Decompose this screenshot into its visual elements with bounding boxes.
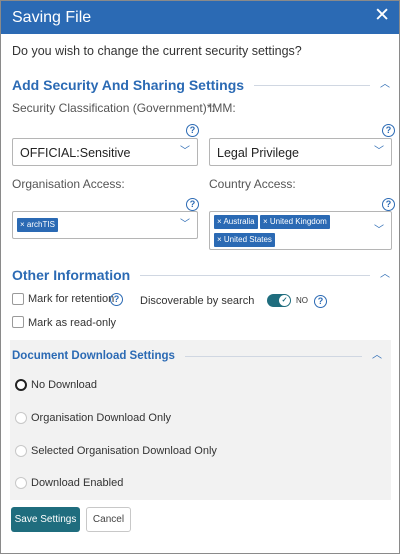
radio-selected-organisation-download[interactable]	[15, 445, 27, 457]
org-chip[interactable]: × archTIS	[17, 218, 58, 232]
save-settings-button[interactable]: Save Settings	[11, 507, 80, 532]
mark-readonly-label: Mark as read-only	[28, 317, 117, 329]
classification-label: Security Classification (Government)*:	[12, 101, 215, 115]
discoverable-toggle[interactable]: ✓	[267, 294, 291, 307]
remove-chip-icon[interactable]: ×	[217, 235, 222, 244]
org-access-help-icon[interactable]: ?	[186, 198, 199, 211]
discoverable-help-icon[interactable]: ?	[314, 295, 327, 308]
org-access-select[interactable]: × archTIS ﹀	[12, 211, 198, 239]
security-section-title: Add Security And Sharing Settings	[12, 77, 245, 93]
security-question: Do you wish to change the current securi…	[12, 44, 302, 58]
download-section-header[interactable]: Document Download Settings ︿	[12, 348, 382, 364]
chevron-up-icon[interactable]: ︿	[380, 80, 390, 90]
check-icon: ✓	[279, 295, 290, 306]
divider	[254, 84, 370, 86]
imm-label: IMM:	[209, 101, 236, 115]
radio-label: No Download	[31, 379, 98, 391]
discoverable-label: Discoverable by search	[140, 295, 255, 307]
download-section-title: Document Download Settings	[12, 350, 175, 362]
country-access-label: Country Access:	[209, 177, 296, 191]
mark-readonly-checkbox[interactable]	[12, 316, 24, 328]
imm-help-icon[interactable]: ?	[382, 124, 395, 137]
country-chip[interactable]: × Australia	[214, 215, 258, 229]
mark-retention-label: Mark for retention	[28, 293, 115, 305]
classification-select[interactable]: OFFICIAL:Sensitive ﹀	[12, 138, 198, 166]
country-chip-label: United Kingdom	[269, 217, 327, 226]
dialog-title: Saving File	[12, 9, 92, 26]
chevron-up-icon[interactable]: ︿	[380, 270, 390, 280]
classification-help-icon[interactable]: ?	[186, 124, 199, 137]
classification-value: OFFICIAL:Sensitive	[20, 146, 131, 160]
country-chip-label: United States	[223, 235, 272, 244]
other-info-section-header[interactable]: Other Information ︿	[12, 267, 390, 283]
divider	[184, 355, 362, 357]
country-chip[interactable]: × United States	[214, 233, 275, 247]
chevron-down-icon: ﹀	[374, 225, 384, 236]
radio-download-enabled[interactable]	[15, 477, 27, 489]
saving-file-dialog: Saving File ✕ Do you wish to change the …	[0, 0, 400, 554]
remove-chip-icon[interactable]: ×	[263, 217, 268, 226]
chevron-down-icon: ﹀	[180, 219, 190, 230]
chevron-down-icon: ﹀	[180, 146, 190, 157]
chevron-down-icon: ﹀	[374, 146, 384, 157]
org-chip-label: archTIS	[26, 220, 55, 229]
cancel-button[interactable]: Cancel	[86, 507, 131, 532]
chevron-up-icon[interactable]: ︿	[372, 351, 382, 361]
download-settings-panel: Document Download Settings ︿ No Download…	[10, 340, 391, 500]
mark-retention-checkbox[interactable]	[12, 293, 24, 305]
discoverable-state: NO	[296, 296, 308, 305]
imm-value: Legal Privilege	[217, 146, 299, 160]
security-section-header[interactable]: Add Security And Sharing Settings ︿	[12, 77, 390, 93]
country-chip-label: Australia	[223, 217, 255, 226]
country-chip[interactable]: × United Kingdom	[260, 215, 330, 229]
org-access-label: Organisation Access:	[12, 177, 125, 191]
divider	[140, 274, 370, 276]
close-icon[interactable]: ✕	[374, 5, 390, 27]
dialog-titlebar: Saving File ✕	[1, 1, 399, 34]
radio-label: Organisation Download Only	[31, 412, 172, 424]
imm-select[interactable]: Legal Privilege ﹀	[209, 138, 392, 166]
retention-help-icon[interactable]: ?	[110, 293, 123, 306]
radio-label: Download Enabled	[31, 477, 124, 489]
country-access-help-icon[interactable]: ?	[382, 198, 395, 211]
radio-organisation-download[interactable]	[15, 412, 27, 424]
other-info-section-title: Other Information	[12, 267, 131, 283]
country-access-select[interactable]: × Australia × United Kingdom × United St…	[209, 211, 392, 250]
radio-label: Selected Organisation Download Only	[31, 445, 217, 457]
remove-chip-icon[interactable]: ×	[217, 217, 222, 226]
radio-no-download[interactable]	[15, 379, 27, 391]
remove-chip-icon[interactable]: ×	[20, 220, 25, 229]
